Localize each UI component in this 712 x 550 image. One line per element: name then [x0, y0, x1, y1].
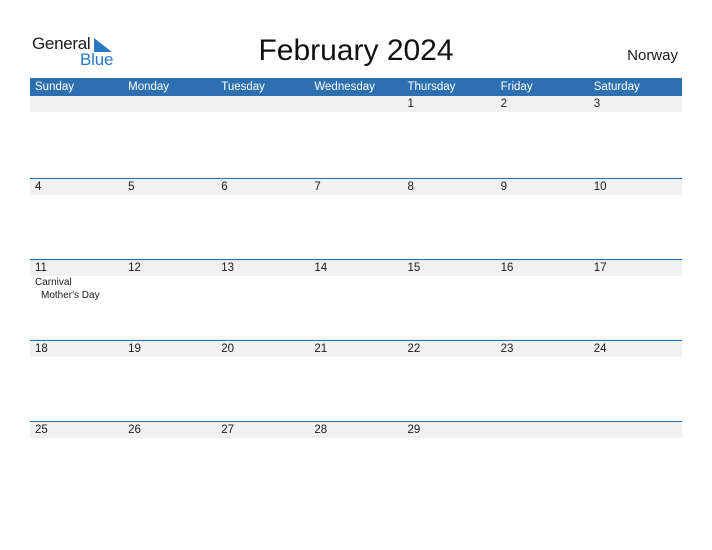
- week-row: 4 5 6 7 8 9 10: [30, 178, 682, 259]
- day-number: [496, 422, 589, 438]
- day-number: 6: [221, 181, 228, 193]
- day-number: 16: [500, 262, 514, 274]
- weeks-container: 1 2 3 4 5 6 7 8 9 10 11 12 13 14 15 16 17 Carnival Mother'…: [30, 96, 682, 502]
- day-number: 5: [128, 181, 135, 193]
- weekday-thursday: Thursday: [407, 81, 456, 93]
- day-number: 8: [407, 181, 414, 193]
- day-number: 29: [407, 424, 421, 436]
- weekday-friday: Friday: [500, 81, 533, 93]
- day-number: [123, 96, 216, 112]
- day-cell-events: [496, 276, 589, 302]
- day-number: 26: [128, 424, 141, 436]
- weekday-header: Sunday Monday Tuesday Wednesday Thursday…: [30, 78, 682, 96]
- day-number: [30, 96, 123, 112]
- holiday-event: Mother's Day: [41, 290, 100, 301]
- date-number-band: 25 26 27 28 29: [30, 422, 682, 438]
- day-number: 11: [35, 262, 47, 274]
- day-cell-events: [403, 276, 496, 302]
- day-number: 10: [593, 181, 607, 193]
- week-row: 11 12 13 14 15 16 17 Carnival Mother's Day: [30, 259, 682, 340]
- date-number-band: 1 2 3: [30, 96, 682, 112]
- day-number: 17: [593, 262, 607, 274]
- country-label: Norway: [627, 47, 678, 64]
- day-number: 3: [593, 98, 601, 110]
- events-row: Carnival Mother's Day: [30, 276, 682, 302]
- weekday-saturday: Saturday: [593, 81, 640, 93]
- day-number: 15: [407, 262, 421, 274]
- holiday-event: Carnival: [35, 277, 72, 288]
- day-number: 20: [221, 343, 235, 355]
- week-row: 25 26 27 28 29: [30, 421, 682, 502]
- day-number: [216, 96, 309, 112]
- day-number: 24: [593, 343, 607, 355]
- page-title: February 2024: [258, 34, 454, 67]
- date-number-band: 18 19 20 21 22 23 24: [30, 341, 682, 357]
- date-number-band: 11 12 13 14 15 16 17: [30, 260, 682, 276]
- day-number: [589, 422, 682, 438]
- day-number: 1: [407, 98, 414, 110]
- day-number: 4: [35, 181, 42, 193]
- day-number: 21: [314, 343, 328, 355]
- day-cell-events: Carnival Mother's Day: [30, 276, 123, 302]
- day-number: 27: [221, 424, 235, 436]
- weekday-wednesday: Wednesday: [314, 81, 375, 93]
- day-cell-events: [216, 276, 309, 302]
- day-number: 19: [128, 343, 141, 355]
- day-number: 12: [128, 262, 141, 274]
- day-cell-events: [589, 276, 682, 302]
- calendar-grid: Sunday Monday Tuesday Wednesday Thursday…: [30, 78, 682, 502]
- day-number: 25: [35, 424, 48, 436]
- day-number: 2: [500, 98, 508, 110]
- week-row: 1 2 3: [30, 96, 682, 178]
- weekday-monday: Monday: [128, 81, 170, 93]
- day-number: 13: [221, 262, 235, 274]
- day-number: 23: [500, 343, 514, 355]
- day-cell-events: [123, 276, 216, 302]
- week-row: 18 19 20 21 22 23 24: [30, 340, 682, 421]
- day-number: 14: [314, 262, 328, 274]
- weekday-sunday: Sunday: [35, 81, 75, 93]
- date-number-band: 4 5 6 7 8 9 10: [30, 179, 682, 195]
- day-cell-events: [309, 276, 402, 302]
- day-number: 18: [35, 343, 48, 355]
- day-number: 7: [314, 181, 321, 193]
- day-number: 28: [314, 424, 328, 436]
- day-number: 9: [500, 181, 508, 193]
- day-number: [309, 96, 402, 112]
- weekday-tuesday: Tuesday: [221, 81, 265, 93]
- day-number: 22: [407, 343, 421, 355]
